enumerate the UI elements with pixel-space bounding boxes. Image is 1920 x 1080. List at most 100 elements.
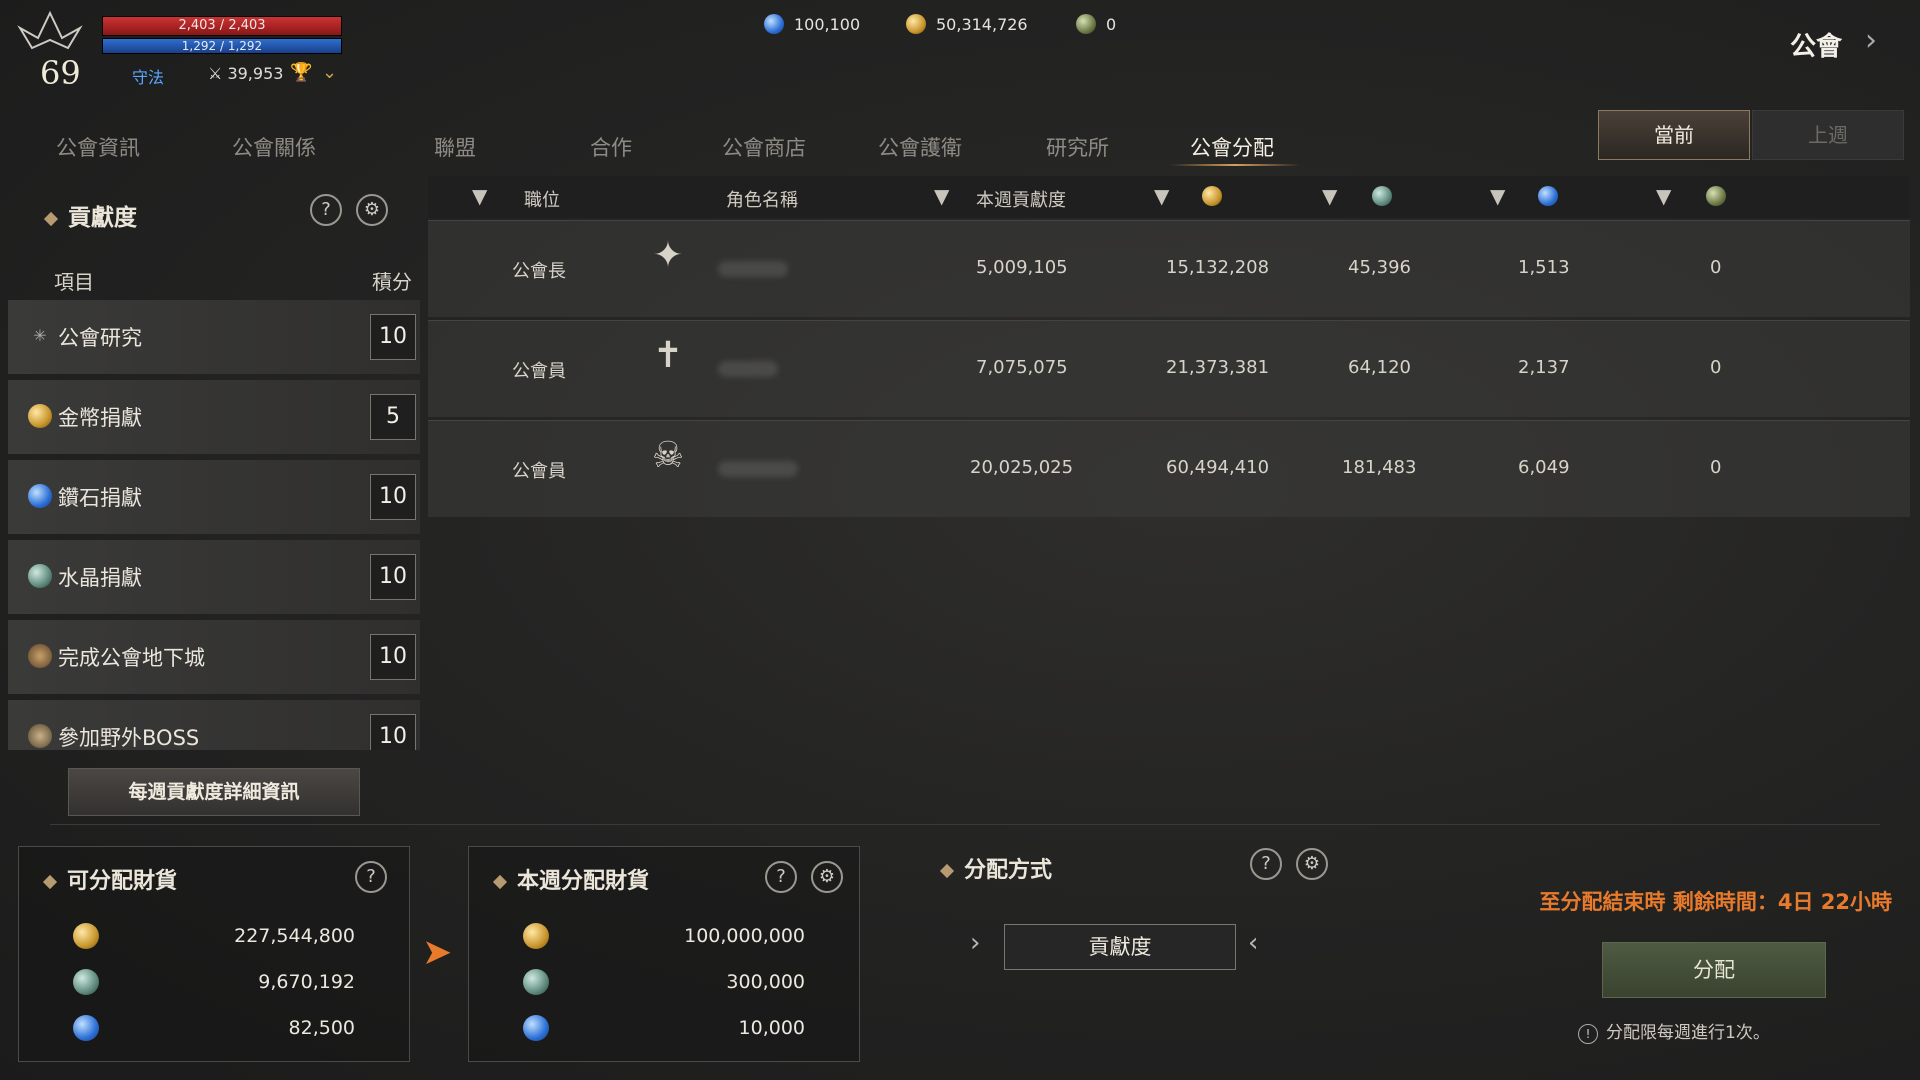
page-title: 公會 <box>1789 32 1842 62</box>
weekly-distribution-title: 本週分配財貨 <box>492 863 649 895</box>
gold-coin-icon <box>906 14 926 34</box>
contribution-item-name: 金幣捐獻 <box>58 406 142 430</box>
blurred-character-name <box>718 261 788 277</box>
diamond-icon <box>1538 186 1558 206</box>
contribution-row: 鑽石捐獻 10 <box>8 460 420 534</box>
chevron-down-icon[interactable]: ▼ <box>1656 184 1671 208</box>
blurred-character-name <box>718 361 778 377</box>
last-week-button[interactable]: 上週 <box>1752 110 1904 160</box>
arrow-left-icon[interactable]: › <box>970 928 980 958</box>
member-diamond: 6,049 <box>1518 457 1570 478</box>
gear-icon[interactable]: ⚙ <box>356 194 388 226</box>
help-icon[interactable]: ? <box>1250 848 1282 880</box>
chevron-down-icon[interactable]: ▼ <box>1322 184 1337 208</box>
distribution-method-title: 分配方式 <box>939 852 1053 884</box>
player-class: 守法 <box>132 68 165 87</box>
exit-arrow-icon[interactable]: › <box>1852 22 1890 60</box>
table-row[interactable]: 公會長 ✦ 5,009,105 15,132,208 45,396 1,513 … <box>428 220 1910 317</box>
chevron-down-icon[interactable]: ▼ <box>1154 184 1169 208</box>
distributable-crystal: 9,670,192 <box>258 971 355 993</box>
weekly-distribution-panel: 本週分配財貨 ? ⚙ 100,000,000 300,000 10,000 <box>468 846 860 1062</box>
member-contribution: 20,025,025 <box>970 457 1074 478</box>
member-crystal: 45,396 <box>1348 257 1411 278</box>
distribution-timer: 至分配結束時 剩餘時間：4日 22小時 <box>1539 890 1892 914</box>
divider <box>50 824 1880 825</box>
column-score-label: 積分 <box>372 270 412 294</box>
help-icon[interactable]: ? <box>310 194 342 226</box>
arrow-right-icon[interactable]: ‹ <box>1248 928 1258 958</box>
contribution-row: 參加野外BOSS 10 <box>8 700 420 750</box>
current-week-button[interactable]: 當前 <box>1598 110 1750 160</box>
gold-coin-icon <box>523 923 549 949</box>
contribution-item-name: 完成公會地下城 <box>58 646 205 670</box>
rank-icon[interactable]: ⌄ <box>322 62 337 83</box>
weekly-gold: 100,000,000 <box>684 925 805 947</box>
tab-guild-guard[interactable]: 公會護衛 <box>878 132 962 162</box>
tab-guild-info[interactable]: 公會資訊 <box>56 132 140 162</box>
member-gold: 15,132,208 <box>1166 257 1270 278</box>
diamond-icon <box>523 1015 549 1041</box>
distribution-note-text: 分配限每週進行1次。 <box>1606 1023 1770 1043</box>
help-icon[interactable]: ? <box>355 861 387 893</box>
distributable-title-text: 可分配財貨 <box>67 869 178 894</box>
class-emblem-icon: ✝ <box>652 335 684 376</box>
table-row[interactable]: 公會員 ☠ 20,025,025 60,494,410 181,483 6,04… <box>428 420 1910 517</box>
help-icon[interactable]: ? <box>765 861 797 893</box>
diamond-bullet-icon <box>42 874 58 890</box>
contribution-item-name: 公會研究 <box>58 326 142 350</box>
gold-amount: 50,314,726 <box>936 14 1028 34</box>
trophy-icon[interactable]: 🏆 <box>290 62 312 83</box>
member-role: 公會員 <box>512 461 566 482</box>
member-crystal: 64,120 <box>1348 357 1411 378</box>
gear-icon[interactable]: ⚙ <box>811 861 843 893</box>
distribution-method-title-text: 分配方式 <box>964 858 1053 883</box>
crystal-icon <box>523 969 549 995</box>
distribute-button[interactable]: 分配 <box>1602 942 1826 998</box>
member-gold: 21,373,381 <box>1166 357 1270 378</box>
combat-power: ⚔ 39,953 <box>208 64 284 83</box>
crystal-icon <box>73 969 99 995</box>
guild-coin-icon <box>1706 186 1726 206</box>
header-weekly-contribution: 本週貢獻度 <box>976 190 1066 211</box>
contribution-row: 完成公會地下城 10 <box>8 620 420 694</box>
chevron-down-icon[interactable]: ▼ <box>472 184 487 208</box>
chevron-down-icon[interactable]: ▼ <box>934 184 949 208</box>
distributable-title: 可分配財貨 <box>42 863 178 895</box>
class-emblem-icon: ☠ <box>651 435 685 476</box>
diamond-icon <box>28 484 52 508</box>
diamond-icon <box>764 14 784 34</box>
header-character-name: 角色名稱 <box>726 190 798 211</box>
diamond-icon <box>73 1015 99 1041</box>
tab-guild-relations[interactable]: 公會關係 <box>232 132 316 162</box>
guild-coin-icon <box>1076 14 1096 34</box>
contribution-item-name: 鑽石捐獻 <box>58 486 142 510</box>
tab-alliance[interactable]: 聯盟 <box>434 132 476 162</box>
tab-research[interactable]: 研究所 <box>1046 132 1109 162</box>
contribution-score: 10 <box>370 634 416 680</box>
member-diamond: 2,137 <box>1518 357 1570 378</box>
contribution-item-name: 水晶捐獻 <box>58 566 142 590</box>
combat-power-value: 39,953 <box>227 64 284 83</box>
member-role: 公會員 <box>512 361 566 382</box>
contribution-score: 10 <box>370 554 416 600</box>
chevron-down-icon[interactable]: ▼ <box>1490 184 1505 208</box>
member-other: 0 <box>1710 257 1722 278</box>
column-item-label: 項目 <box>54 270 94 294</box>
crystal-icon <box>28 564 52 588</box>
diamond-bullet-icon <box>492 874 508 890</box>
tab-guild-shop[interactable]: 公會商店 <box>722 132 806 162</box>
member-contribution: 7,075,075 <box>976 357 1068 378</box>
blurred-character-name <box>718 461 798 477</box>
gear-icon[interactable]: ⚙ <box>1296 848 1328 880</box>
player-level: 69 <box>40 54 81 92</box>
tab-guild-distribution[interactable]: 公會分配 <box>1190 132 1274 162</box>
tab-cooperation[interactable]: 合作 <box>590 132 632 162</box>
dungeon-icon <box>28 644 52 668</box>
class-emblem-icon: ✦ <box>652 235 684 276</box>
member-diamond: 1,513 <box>1518 257 1570 278</box>
weekly-contribution-detail-button[interactable]: 每週貢獻度詳細資訊 <box>68 768 360 816</box>
table-row[interactable]: 公會員 ✝ 7,075,075 21,373,381 64,120 2,137 … <box>428 320 1910 417</box>
distribution-method-select[interactable]: 貢獻度 <box>1004 924 1236 970</box>
active-tab-indicator <box>1170 164 1300 166</box>
member-other: 0 <box>1710 457 1722 478</box>
